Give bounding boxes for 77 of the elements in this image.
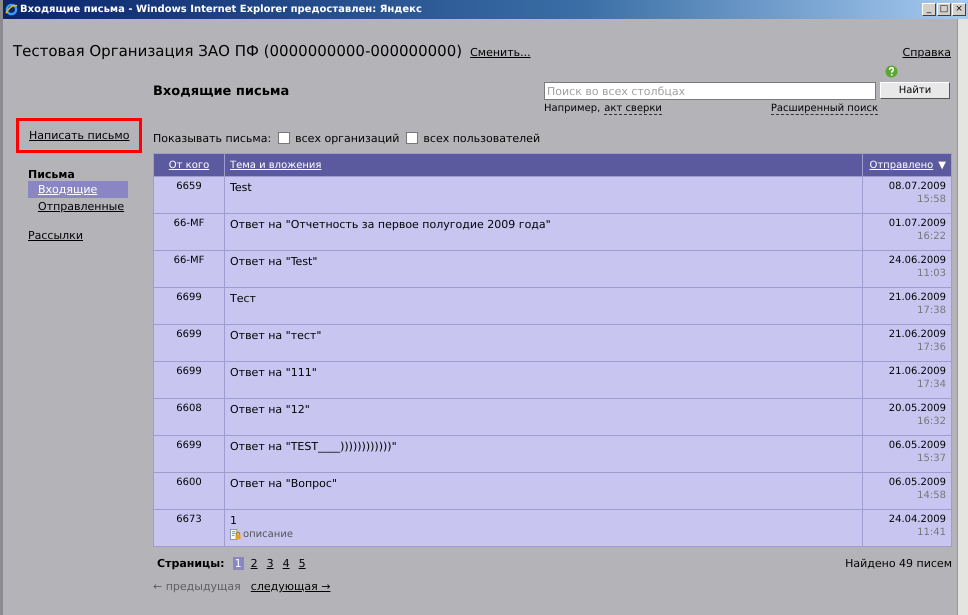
next-link[interactable]: следующая →	[250, 580, 330, 593]
time-text: 15:37	[916, 453, 946, 464]
page-link[interactable]: 3	[264, 557, 276, 570]
help-link[interactable]: Справка	[902, 46, 951, 59]
window-control[interactable]: _	[922, 3, 936, 16]
search-field[interactable]: Поиск во всех столбцах	[544, 82, 876, 100]
change-link[interactable]: Сменить...	[470, 46, 531, 59]
date-text: 06.05.2009	[888, 477, 946, 488]
time-text: 16:32	[916, 416, 946, 427]
time-text: 14:58	[916, 490, 946, 501]
date-text: 24.04.2009	[888, 514, 946, 525]
time-text: 17:34	[916, 379, 946, 390]
sender-cell: 6659	[154, 176, 224, 214]
date-text: 06.05.2009	[888, 440, 946, 451]
sender-cell: 66-MF	[154, 250, 224, 288]
date-text: 21.06.2009	[888, 292, 946, 303]
mailings-link[interactable]: Рассылки	[28, 229, 83, 242]
date-text: 20.05.2009	[888, 403, 946, 414]
search-button[interactable]: Найти	[880, 82, 950, 99]
column-header[interactable]: Отправлено ▼	[862, 154, 952, 176]
sender-cell: 6699	[154, 362, 224, 398]
date-text: 08.07.2009	[888, 181, 946, 192]
checkbox-label: всех организаций	[295, 132, 400, 144]
checkbox[interactable]	[278, 132, 290, 144]
help-icon	[884, 65, 898, 78]
checkbox-label: всех пользователей	[423, 132, 540, 144]
page-link[interactable]: 5	[296, 557, 308, 570]
window-control[interactable]: □	[937, 3, 951, 16]
sender-cell: 6600	[154, 472, 224, 510]
subject-text[interactable]: Ответ на "Отчетность за первое полугодие 2009 года"	[230, 218, 857, 231]
subject-text[interactable]: Ответ на "12"	[230, 403, 857, 416]
section-heading: Письма	[28, 168, 75, 181]
subject-text[interactable]: Test	[230, 181, 857, 194]
subject-text[interactable]: Ответ на "Test"	[230, 255, 857, 268]
found-count: Найдено 49 писем	[845, 557, 952, 570]
document-lock-icon	[230, 529, 241, 540]
page-link[interactable]: 2	[248, 557, 260, 570]
pages-label: Страницы:	[157, 557, 225, 570]
time-text: 17:38	[916, 305, 946, 316]
time-text: 17:36	[916, 342, 946, 353]
page-link[interactable]: 4	[280, 557, 292, 570]
sender-cell: 66-MF	[154, 214, 224, 250]
advanced-search-link[interactable]: Расширенный поиск	[770, 103, 878, 115]
window-control[interactable]: ×	[952, 3, 966, 16]
subject-text[interactable]: Ответ на "Вопрос"	[230, 477, 857, 490]
time-text: 16:22	[916, 231, 946, 242]
sidebar-item[interactable]: Отправленные	[28, 198, 128, 215]
sender-cell: 6699	[154, 436, 224, 472]
date-text: 24.06.2009	[888, 255, 946, 266]
search-example-text: Например,	[544, 103, 600, 115]
attachment-link[interactable]: описание	[243, 529, 293, 540]
filter-label: Показывать письма:	[153, 132, 272, 144]
sender-cell: 6699	[154, 288, 224, 324]
compose-link[interactable]: Написать письмо	[16, 118, 142, 153]
sender-cell: 6673	[154, 510, 224, 546]
organization-name: Тестовая Организация ЗАО ПФ (0000000000-000000000)	[13, 42, 462, 60]
column-header[interactable]: От кого	[154, 154, 224, 176]
checkbox[interactable]	[406, 132, 418, 144]
browser-logo-icon	[5, 3, 18, 16]
sender-cell: 6608	[154, 398, 224, 436]
time-text: 11:03	[916, 268, 946, 279]
subject-text[interactable]: Ответ на "тест"	[230, 329, 857, 342]
subject-text[interactable]: Ответ на "TEST____))))))))))))"	[230, 440, 857, 453]
page-title: Входящие письма	[153, 83, 290, 101]
scrollbar[interactable]	[957, 19, 968, 615]
date-text: 21.06.2009	[888, 329, 946, 340]
subject-text[interactable]: Ответ на "111"	[230, 366, 857, 379]
subject-text[interactable]: 1	[230, 514, 857, 527]
sender-cell: 6699	[154, 324, 224, 362]
time-text: 15:58	[916, 194, 946, 205]
date-text: 01.07.2009	[888, 218, 946, 229]
date-text: 21.06.2009	[888, 366, 946, 377]
column-header[interactable]: Тема и вложения	[224, 154, 862, 176]
subject-text[interactable]: Тест	[230, 292, 857, 305]
example-link[interactable]: акт сверки	[604, 103, 662, 115]
time-text: 11:41	[916, 527, 946, 538]
window-title: Входящие письма - Windows Internet Explorer предоставлен: Яндекс	[20, 4, 422, 15]
